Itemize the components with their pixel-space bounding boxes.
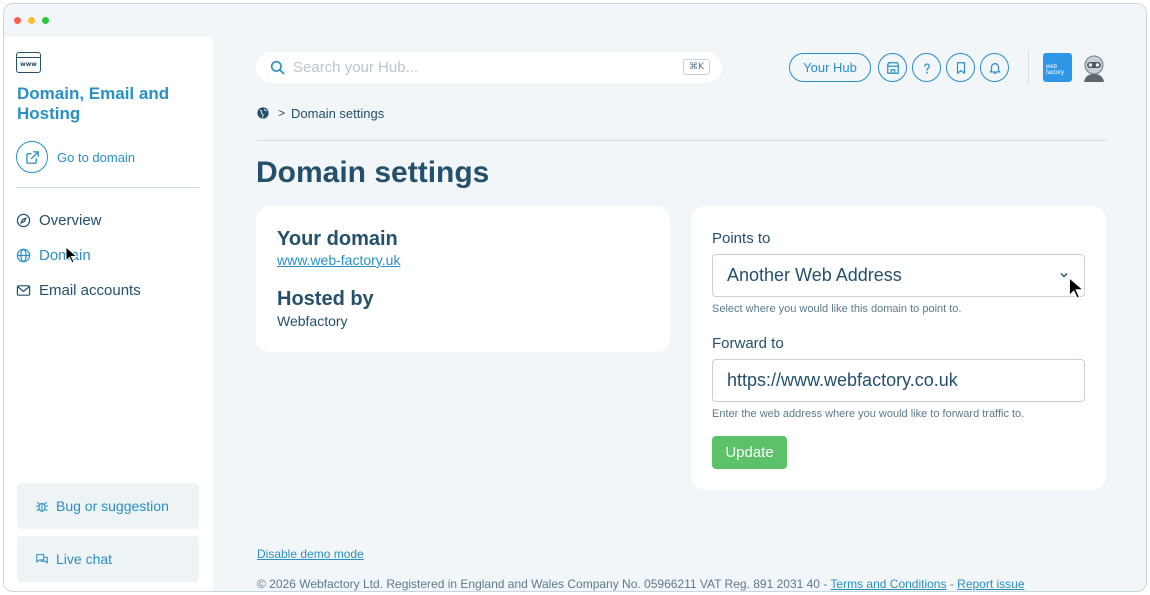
update-button[interactable]: Update bbox=[712, 436, 787, 469]
header-divider bbox=[1028, 50, 1029, 84]
help-button[interactable] bbox=[912, 53, 941, 82]
domain-settings-form: Points to Another Web Address Select whe… bbox=[691, 206, 1106, 490]
sidebar-item-label: Email accounts bbox=[39, 281, 141, 299]
minimize-window-dot[interactable] bbox=[28, 17, 35, 24]
webfactory-logo[interactable]: web factory bbox=[1043, 53, 1072, 82]
external-link-icon bbox=[16, 141, 48, 173]
app-title: Domain, Email and Hosting bbox=[17, 84, 170, 123]
forward-to-label: Forward to bbox=[712, 335, 784, 352]
search-input[interactable] bbox=[293, 59, 653, 76]
sidebar: www Domain, Email and Hosting Go to doma… bbox=[4, 37, 213, 591]
points-to-label: Points to bbox=[712, 230, 771, 247]
bell-icon bbox=[989, 62, 1000, 74]
store-icon bbox=[886, 61, 899, 74]
help-icon bbox=[923, 62, 930, 74]
maximize-window-dot[interactable] bbox=[42, 17, 49, 24]
bookmark-button[interactable] bbox=[946, 53, 975, 82]
bookmark-icon bbox=[956, 61, 965, 74]
sidebar-item-overview[interactable]: Overview bbox=[16, 209, 102, 231]
mouse-cursor-icon bbox=[1068, 276, 1086, 300]
chevron-right-icon: > bbox=[278, 106, 286, 120]
sidebar-divider bbox=[16, 187, 200, 188]
hosted-by-heading: Hosted by bbox=[277, 288, 374, 310]
notifications-button[interactable] bbox=[980, 53, 1009, 82]
live-chat-button[interactable]: Live chat bbox=[17, 536, 199, 582]
search-bar[interactable]: ⌘K bbox=[256, 52, 722, 83]
page-title: Domain settings bbox=[256, 156, 490, 189]
chat-icon bbox=[36, 554, 48, 564]
bug-icon bbox=[35, 501, 49, 512]
copyright-text: © 2026 Webfactory Ltd. Registered in Eng… bbox=[257, 577, 831, 591]
store-button[interactable] bbox=[878, 53, 907, 82]
footer-separator: - bbox=[946, 577, 958, 591]
title-bar bbox=[4, 4, 1146, 37]
go-to-domain-button[interactable]: Go to domain bbox=[16, 141, 135, 173]
search-icon bbox=[270, 60, 285, 75]
avatar[interactable] bbox=[1080, 53, 1108, 82]
keyboard-shortcut-badge: ⌘K bbox=[683, 59, 710, 75]
mail-icon bbox=[16, 284, 31, 296]
domain-info-card: Your domain www.web-factory.uk Hosted by… bbox=[256, 206, 670, 352]
your-hub-button[interactable]: Your Hub bbox=[789, 53, 871, 82]
bug-or-suggestion-label: Bug or suggestion bbox=[56, 498, 169, 514]
points-to-select[interactable]: Another Web Address bbox=[712, 254, 1085, 297]
points-to-value: Another Web Address bbox=[727, 265, 902, 285]
browser-window-icon: www bbox=[16, 52, 41, 73]
bug-or-suggestion-button[interactable]: Bug or suggestion bbox=[17, 483, 199, 529]
domain-link[interactable]: www.web-factory.uk bbox=[277, 252, 400, 268]
sidebar-item-email-accounts[interactable]: Email accounts bbox=[16, 279, 141, 301]
breadcrumb-current: Domain settings bbox=[291, 105, 385, 121]
go-to-domain-label: Go to domain bbox=[57, 149, 136, 165]
sidebar-item-label: Overview bbox=[39, 211, 102, 229]
header-divider-line bbox=[257, 140, 1107, 141]
terms-link[interactable]: Terms and Conditions bbox=[830, 577, 946, 591]
browser-window: www Domain, Email and Hosting Go to doma… bbox=[3, 3, 1147, 592]
live-chat-label: Live chat bbox=[56, 551, 113, 567]
footer: © 2026 Webfactory Ltd. Registered in Eng… bbox=[257, 577, 1025, 591]
points-to-help: Select where you would like this domain … bbox=[712, 303, 962, 315]
forward-to-input[interactable] bbox=[712, 359, 1085, 402]
sidebar-item-domain[interactable]: Domain bbox=[16, 244, 91, 266]
breadcrumb: > Domain settings bbox=[257, 105, 384, 121]
your-domain-heading: Your domain bbox=[277, 228, 398, 250]
disable-demo-mode-link[interactable]: Disable demo mode bbox=[257, 547, 364, 561]
mouse-cursor-icon bbox=[65, 246, 79, 264]
report-issue-link[interactable]: Report issue bbox=[957, 577, 1024, 591]
globe-icon[interactable] bbox=[257, 107, 269, 119]
host-name: Webfactory bbox=[277, 313, 348, 329]
compass-icon bbox=[16, 213, 31, 227]
globe-icon bbox=[16, 248, 31, 262]
close-window-dot[interactable] bbox=[14, 17, 21, 24]
forward-to-help: Enter the web address where you would li… bbox=[712, 408, 1025, 420]
